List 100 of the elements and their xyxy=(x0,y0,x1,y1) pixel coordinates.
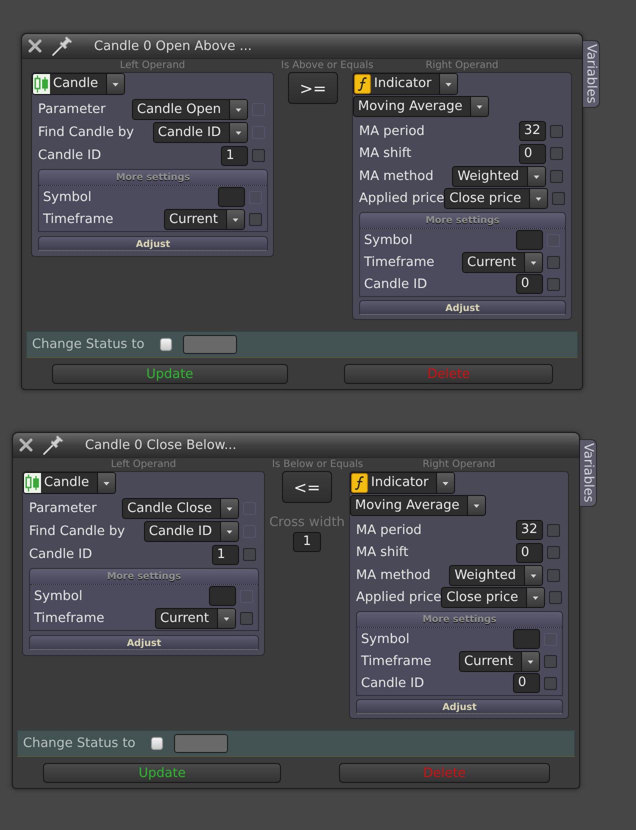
dropdown[interactable]: Close price xyxy=(444,188,548,210)
checkbox[interactable] xyxy=(547,546,560,560)
caret-icon xyxy=(226,210,244,228)
close-icon[interactable] xyxy=(28,39,42,53)
field-label: Applied price xyxy=(356,590,442,606)
dropdown[interactable]: Candle Open xyxy=(132,99,248,120)
operator-button[interactable]: >= xyxy=(288,72,338,104)
caret-icon xyxy=(220,522,238,541)
number-field[interactable]: 1 xyxy=(212,544,239,564)
field-label: Candle ID xyxy=(29,547,92,562)
field-label: Timeframe xyxy=(361,654,432,668)
variables-tab[interactable]: Variables xyxy=(580,439,597,507)
update-button[interactable]: Update xyxy=(43,763,282,783)
caret-icon xyxy=(524,566,542,585)
field-label: Symbol xyxy=(43,190,92,204)
number-field[interactable]: 0 xyxy=(513,673,540,693)
operand-type-dropdown[interactable]: Candle xyxy=(32,73,126,95)
moving-average-dropdown[interactable]: Moving Average xyxy=(353,96,490,117)
operand-type-dropdown[interactable]: Indicator xyxy=(350,472,456,494)
text-field[interactable] xyxy=(218,187,245,207)
section-heading: Right Operand xyxy=(426,59,498,72)
field-label: Parameter xyxy=(38,102,106,117)
dropdown[interactable]: Candle ID xyxy=(152,122,248,143)
status-label: Change Status to xyxy=(32,337,145,352)
update-button[interactable]: Update xyxy=(52,364,288,384)
text-field[interactable] xyxy=(209,586,236,606)
caret-icon xyxy=(97,473,116,493)
operand-type-dropdown[interactable]: Indicator xyxy=(353,73,458,95)
checkbox[interactable] xyxy=(249,212,262,226)
checkbox[interactable] xyxy=(160,338,172,351)
number-field[interactable]: 32 xyxy=(516,520,543,540)
adjust-button[interactable]: Adjust xyxy=(29,635,259,650)
field-label: MA shift xyxy=(356,545,408,560)
dropdown[interactable]: Weighted xyxy=(452,166,546,187)
field-label: MA shift xyxy=(359,146,412,162)
number-field[interactable]: 0 xyxy=(519,144,546,164)
checkbox[interactable] xyxy=(547,568,560,582)
checkbox[interactable] xyxy=(549,591,562,604)
dropdown[interactable]: Current xyxy=(459,650,540,672)
pin-icon[interactable] xyxy=(42,435,66,455)
number-field[interactable]: 1 xyxy=(221,146,248,166)
section-heading: Right Operand xyxy=(422,458,496,471)
caret-icon xyxy=(229,100,247,119)
variables-tab[interactable]: Variables xyxy=(583,40,600,108)
caret-icon xyxy=(470,97,488,116)
section-heading: Is Above or Equals xyxy=(281,59,374,72)
status-field[interactable] xyxy=(182,335,237,354)
field-label: Candle ID xyxy=(364,276,428,292)
field-label: Timeframe xyxy=(34,610,104,626)
field-label: Candle ID xyxy=(361,676,424,690)
checkbox[interactable] xyxy=(547,524,560,537)
operand-type-dropdown[interactable]: Candle xyxy=(23,472,116,494)
caret-icon xyxy=(467,496,486,515)
field-label: Symbol xyxy=(361,632,410,646)
field-label: Find Candle by xyxy=(38,125,134,140)
dropdown[interactable]: Current xyxy=(164,208,245,230)
number-field[interactable]: 1 xyxy=(293,532,321,552)
checkbox[interactable] xyxy=(552,192,566,206)
dropdown[interactable]: Current xyxy=(155,608,236,628)
text-field[interactable] xyxy=(516,230,543,250)
number-field[interactable]: 32 xyxy=(519,121,546,142)
adjust-button[interactable]: Adjust xyxy=(38,236,268,251)
candlestick-icon xyxy=(33,74,50,94)
dropdown[interactable]: Close price xyxy=(441,587,546,608)
checkbox[interactable] xyxy=(550,147,563,160)
checkbox[interactable] xyxy=(240,612,253,624)
adjust-button[interactable]: Adjust xyxy=(359,300,566,315)
text-field[interactable] xyxy=(513,629,540,649)
checkbox[interactable] xyxy=(252,149,265,162)
checkbox[interactable] xyxy=(544,676,557,690)
number-field[interactable]: 0 xyxy=(516,274,543,294)
caret-icon xyxy=(106,74,124,94)
dropdown[interactable]: Candle Close xyxy=(122,498,239,519)
number-field[interactable]: 0 xyxy=(516,542,543,563)
caret-icon xyxy=(524,252,542,272)
checkbox[interactable] xyxy=(550,170,563,183)
caret-icon xyxy=(229,123,247,142)
field-label: MA period xyxy=(359,124,425,139)
field-label: Applied price xyxy=(359,191,444,206)
function-icon xyxy=(354,74,371,94)
caret-icon xyxy=(529,189,548,208)
pin-icon[interactable] xyxy=(51,36,75,56)
adjust-button[interactable]: Adjust xyxy=(356,699,563,714)
close-icon[interactable] xyxy=(19,438,33,452)
checkbox[interactable] xyxy=(243,548,256,561)
status-field[interactable] xyxy=(174,734,228,753)
field-label: Find Candle by xyxy=(29,524,125,539)
dropdown[interactable]: Candle ID xyxy=(144,521,239,542)
field-label: Symbol xyxy=(364,232,412,248)
dropdown[interactable]: Weighted xyxy=(449,564,543,586)
checkbox[interactable] xyxy=(150,737,163,750)
section-heading: Left Operand xyxy=(120,59,186,72)
field-label: MA period xyxy=(356,522,422,538)
dropdown[interactable]: Current xyxy=(462,252,543,272)
checkbox[interactable] xyxy=(544,654,557,668)
moving-average-dropdown[interactable]: Moving Average xyxy=(350,495,486,516)
operator-button[interactable]: <= xyxy=(282,471,332,503)
checkbox[interactable] xyxy=(547,278,560,290)
checkbox[interactable] xyxy=(550,124,563,138)
checkbox[interactable] xyxy=(547,256,560,268)
